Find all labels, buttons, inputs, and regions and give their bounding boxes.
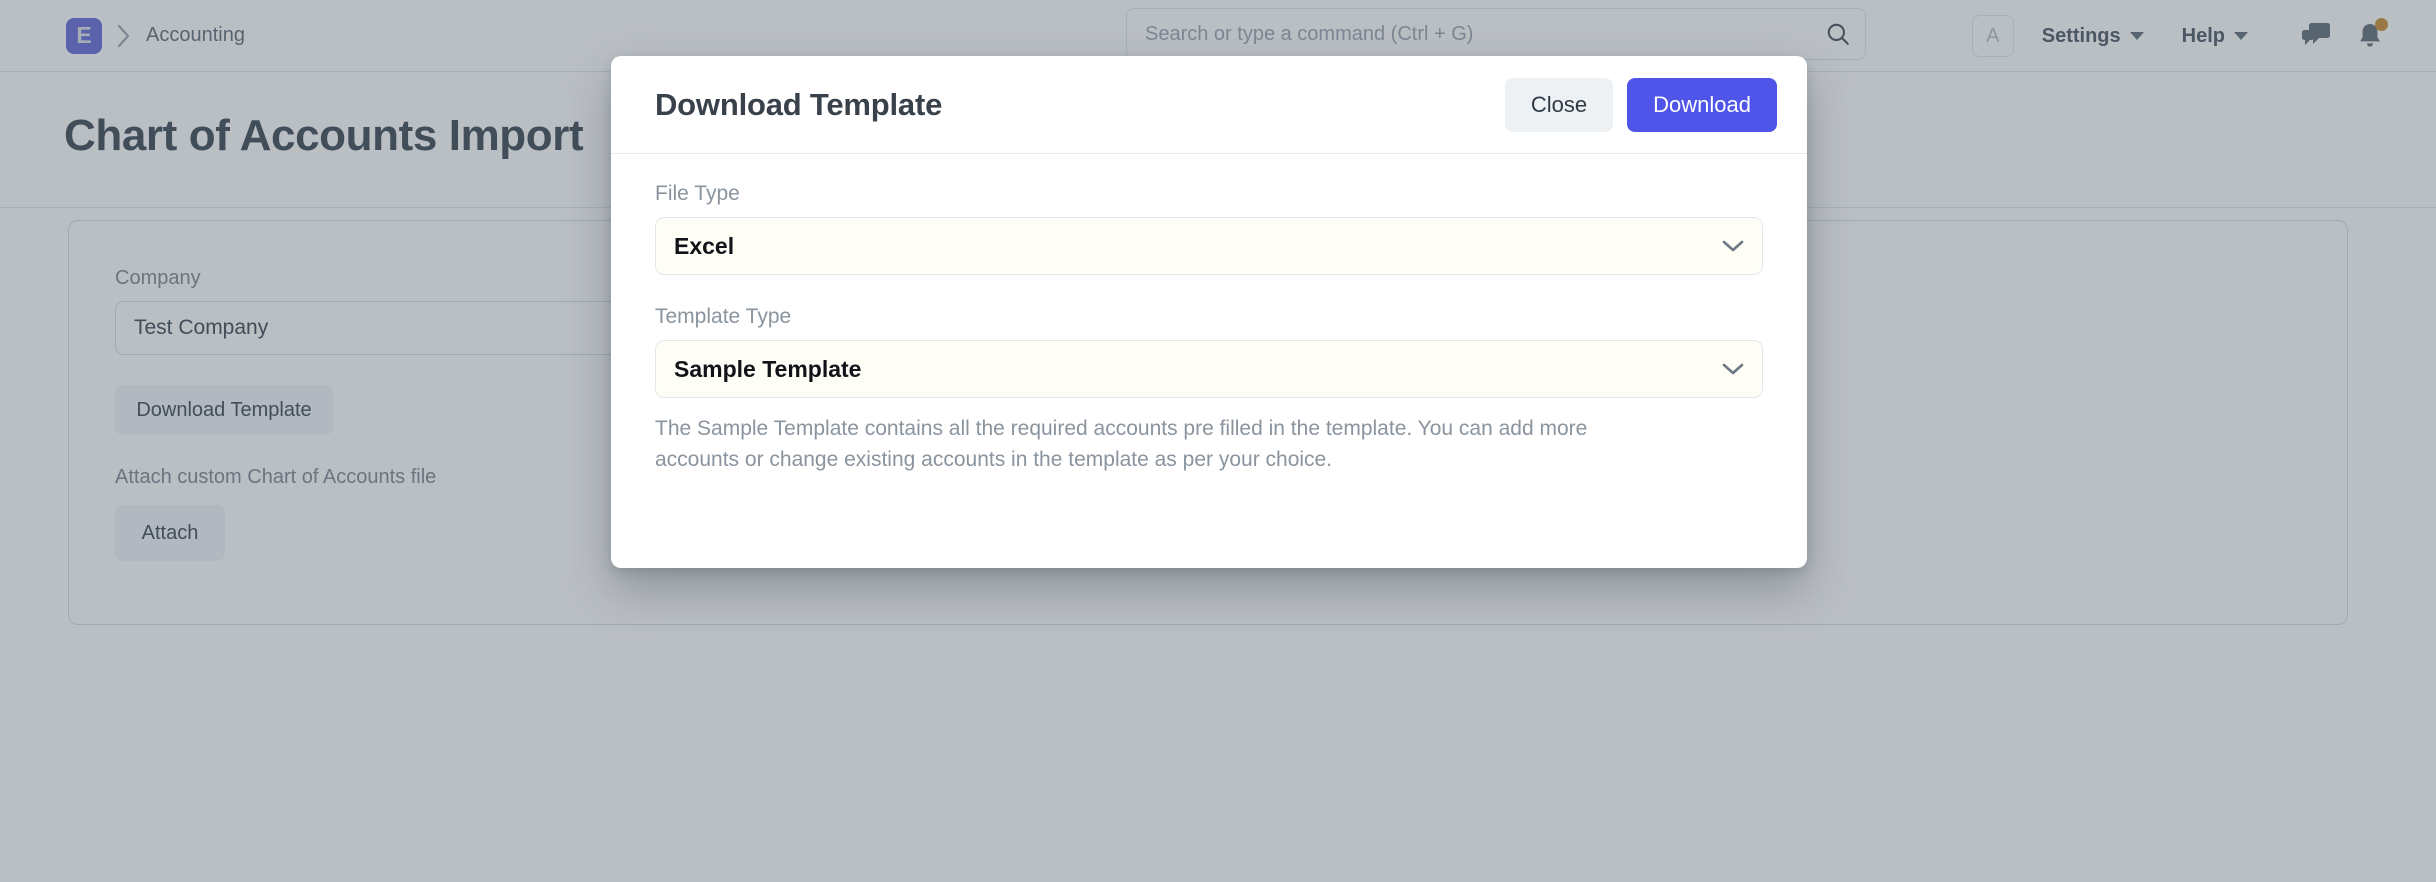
chevron-down-icon[interactable] — [1722, 239, 1744, 253]
dialog-actions: Close Download — [1505, 78, 1777, 132]
dialog-title: Download Template — [655, 87, 942, 123]
template-type-select[interactable]: Sample Template — [655, 340, 1763, 398]
file-type-label: File Type — [655, 182, 1763, 206]
dialog-header: Download Template Close Download — [611, 56, 1807, 154]
file-type-select[interactable]: Excel — [655, 217, 1763, 275]
template-type-value: Sample Template — [674, 356, 861, 383]
file-type-value: Excel — [674, 233, 734, 260]
field-spacer — [655, 275, 1763, 305]
download-template-dialog: Download Template Close Download File Ty… — [611, 56, 1807, 568]
app-screen: E Accounting A — [0, 0, 2436, 882]
template-type-field: Template Type Sample Template The Sample… — [655, 305, 1763, 475]
file-type-field: File Type Excel — [655, 182, 1763, 275]
chevron-down-icon[interactable] — [1722, 362, 1744, 376]
template-type-helper-text: The Sample Template contains all the req… — [655, 413, 1665, 475]
close-button[interactable]: Close — [1505, 78, 1613, 132]
download-button[interactable]: Download — [1627, 78, 1777, 132]
template-type-label: Template Type — [655, 305, 1763, 329]
dialog-body: File Type Excel Template Type Sample Tem… — [611, 154, 1807, 475]
